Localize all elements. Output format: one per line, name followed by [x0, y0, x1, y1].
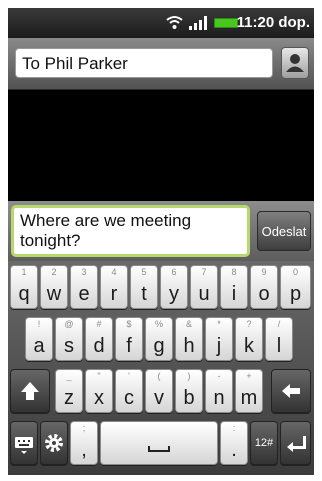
key-l[interactable]: / l	[265, 317, 293, 361]
keyboard-icon	[15, 437, 33, 454]
key-k[interactable]: ? k	[235, 317, 263, 361]
key-n[interactable]: -n	[205, 369, 233, 413]
key-t[interactable]: 5t	[130, 265, 158, 309]
key-a[interactable]: ! a	[25, 317, 53, 361]
keyboard: 1q 2w 3e 4r 5t 6y 7u 8i 9o 0p ! a @ s # d $…	[8, 261, 314, 475]
key-z[interactable]: _ z	[55, 369, 83, 413]
symbols-key[interactable]: 12#	[250, 421, 278, 465]
space-icon	[148, 446, 170, 452]
key-r[interactable]: 4r	[100, 265, 128, 309]
key-h[interactable]: & h	[175, 317, 203, 361]
recipient-header: To Phil Parker	[8, 38, 314, 90]
send-button[interactable]: Odeslat	[257, 211, 311, 251]
backspace-key[interactable]	[271, 369, 311, 413]
enter-key[interactable]	[280, 421, 311, 465]
compose-bar: Where are we meeting tonight? Odeslat	[8, 201, 314, 261]
key-q[interactable]: 1q	[10, 265, 38, 309]
key-s[interactable]: @ s	[55, 317, 83, 361]
gear-icon	[45, 434, 63, 452]
contact-icon	[286, 54, 304, 72]
conversation-area	[8, 91, 314, 201]
signal-strength-icon	[189, 16, 207, 30]
contact-picker-button[interactable]	[281, 47, 309, 79]
key-period[interactable]: :.	[220, 421, 248, 465]
key-e[interactable]: 3e	[70, 265, 98, 309]
backspace-icon	[282, 384, 300, 398]
key-d[interactable]: # d	[85, 317, 113, 361]
key-b[interactable]: ) b	[175, 369, 203, 413]
settings-key[interactable]	[40, 421, 68, 465]
key-i[interactable]: 8i	[220, 265, 248, 309]
space-key[interactable]	[100, 421, 218, 465]
key-j[interactable]: * j	[205, 317, 233, 361]
key-g[interactable]: % g	[145, 317, 173, 361]
recipient-field[interactable]: To Phil Parker	[15, 48, 273, 78]
key-comma[interactable]: ;,	[70, 421, 98, 465]
symbols-key-label: 12#	[254, 437, 274, 449]
key-m[interactable]: + m	[235, 369, 263, 413]
shift-key[interactable]	[10, 369, 50, 413]
wifi-icon	[166, 16, 183, 29]
key-y[interactable]: 6y	[160, 265, 188, 309]
key-o[interactable]: 9o	[250, 265, 278, 309]
keyboard-hide-key[interactable]	[10, 421, 38, 465]
key-w[interactable]: 2w	[40, 265, 68, 309]
key-x[interactable]: " x	[85, 369, 113, 413]
status-bar: 11:20 dop.	[8, 8, 314, 38]
shift-icon	[21, 382, 39, 400]
key-u[interactable]: 7u	[190, 265, 218, 309]
key-v[interactable]: (v	[145, 369, 173, 413]
battery-icon	[214, 18, 238, 28]
key-p[interactable]: 0p	[280, 265, 311, 309]
key-c[interactable]: ' c	[115, 369, 143, 413]
message-input[interactable]: Where are we meeting tonight?	[11, 205, 250, 257]
status-time: 11:20 dop.	[236, 14, 310, 31]
enter-icon	[287, 436, 306, 452]
phone-screen: 11:20 dop. To Phil Parker Where are we m…	[8, 8, 314, 475]
key-f[interactable]: $ f	[115, 317, 143, 361]
